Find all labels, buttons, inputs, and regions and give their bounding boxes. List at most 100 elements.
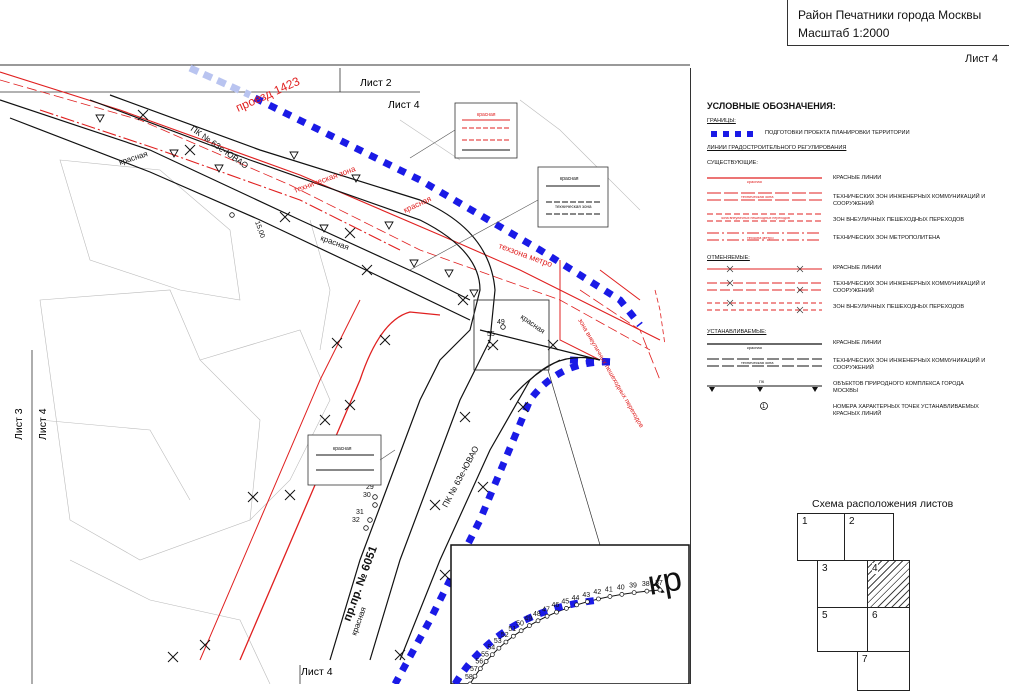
inset-point-label: 43 bbox=[582, 592, 590, 599]
inset-point bbox=[554, 609, 559, 615]
borders-heading: ГРАНИЦЫ: bbox=[707, 118, 736, 124]
swatch-text: техническая зона bbox=[741, 194, 774, 199]
inset-point bbox=[619, 592, 625, 597]
krasnaya-label: красная bbox=[519, 312, 547, 335]
ped-zone-label: зона внеуличных пешеходных переходов bbox=[576, 318, 645, 430]
pk-label: ПК № 63е-ЮВАО bbox=[440, 444, 481, 509]
inset-point-label: 57 bbox=[470, 666, 478, 673]
tech-zone-label: техническая зона bbox=[293, 164, 358, 195]
established-heading: УСТАНАВЛИВАЕМЫЕ: bbox=[707, 329, 767, 335]
map-drawing[interactable]: 49 55 29 30 31 32 проезд 1423 ПК № 63е-Ю… bbox=[0, 0, 690, 684]
inset-point bbox=[544, 613, 550, 619]
inset-point bbox=[527, 623, 532, 628]
cancelled-item: ЗОН ВНЕУЛИЧНЫХ ПЕШЕХОДНЫХ ПЕРЕХОДОВ bbox=[833, 304, 965, 310]
sheet-label-3: Лист 3 bbox=[13, 408, 25, 440]
established-item: КРАСНЫЕ ЛИНИИ bbox=[833, 340, 882, 346]
cancelled-swatches bbox=[707, 265, 822, 314]
existing-heading: СУЩЕСТВУЮЩИЕ: bbox=[707, 160, 758, 166]
inset-point-label: 51 bbox=[508, 626, 516, 633]
established-item: НОМЕРА ХАРАКТЕРНЫХ ТОЧЕК УСТАНАВЛИВАЕМЫХ… bbox=[833, 404, 979, 417]
inset-point-label: 44 bbox=[572, 595, 580, 602]
inset-point-label: 49 bbox=[524, 616, 532, 623]
scheme-title: Схема расположения листов bbox=[812, 498, 954, 510]
inset-point bbox=[644, 588, 650, 594]
inset-point bbox=[510, 633, 516, 639]
inset-point-label: 56 bbox=[475, 659, 483, 666]
scheme-cell-6: 6 bbox=[867, 607, 910, 652]
inset-point bbox=[477, 666, 483, 672]
swatch-text: красная bbox=[747, 345, 762, 350]
inset-point-label: 54 bbox=[487, 645, 495, 652]
cancelled-item: КРАСНЫЕ ЛИНИИ bbox=[833, 265, 882, 271]
inset-point-label: 46 bbox=[552, 602, 560, 609]
inset-point-label: 40 bbox=[617, 584, 625, 591]
existing-item: ЗОН ВНЕУЛИЧНЫХ ПЕШЕХОДНЫХ ПЕРЕХОДОВ bbox=[833, 217, 965, 223]
scheme-cell-3: 3 bbox=[817, 560, 868, 608]
inset-point-label: 53 bbox=[494, 638, 502, 645]
sheet-number: Лист 4 bbox=[965, 53, 999, 65]
sheet-label-2: Лист 2 bbox=[360, 77, 392, 89]
inset-point bbox=[607, 594, 613, 599]
point-label: 49 bbox=[497, 319, 505, 326]
inset-point bbox=[564, 606, 569, 611]
cell-number: 3 bbox=[822, 563, 828, 574]
dimension-label: 15,00 bbox=[253, 220, 266, 239]
legend-panel: УСЛОВНЫЕ ОБОЗНАЧЕНИЯ: ГРАНИЦЫ: ПОДГОТОВК… bbox=[690, 68, 1009, 691]
cell-number: 5 bbox=[822, 610, 828, 621]
existing-item: ТЕХНИЧЕСКИХ ЗОН ИНЖЕНЕРНЫХ КОММУНИКАЦИЙ … bbox=[833, 194, 986, 207]
inset-point bbox=[584, 599, 590, 605]
inset-point-label: 47 bbox=[542, 606, 550, 613]
inset-point-label: 37 bbox=[655, 580, 663, 587]
cell-number: 7 bbox=[862, 654, 868, 665]
scale-label: Масштаб 1:2000 bbox=[798, 26, 890, 40]
sheet-label-4: Лист 4 bbox=[388, 99, 420, 111]
inset-point-label: 41 bbox=[605, 586, 613, 593]
point-number-labels: 49 55 29 30 31 32 bbox=[352, 319, 505, 524]
callout-text: красная bbox=[333, 446, 352, 452]
inset-point bbox=[472, 673, 478, 679]
cell-number: 6 bbox=[872, 610, 878, 621]
existing-item: ТЕХНИЧЕСКИХ ЗОН МЕТРОПОЛИТЕНА bbox=[833, 235, 940, 241]
inset-point-label: 45 bbox=[561, 598, 569, 605]
inset-big-text: кр bbox=[645, 560, 685, 603]
established-item: ОБЪЕКТОВ ПРИРОДНОГО КОМПЛЕКСА ГОРОДА МОС… bbox=[833, 381, 964, 394]
point-label: 32 bbox=[352, 517, 360, 524]
point-label: 31 bbox=[356, 509, 364, 516]
swatch-text: техническая зона bbox=[741, 360, 774, 365]
inset-point bbox=[518, 628, 524, 634]
legend-title: УСЛОВНЫЕ ОБОЗНАЧЕНИЯ: bbox=[707, 101, 836, 111]
existing-item: КРАСНЫЕ ЛИНИИ bbox=[833, 175, 882, 181]
cancelled-item: ТЕХНИЧЕСКИХ ЗОН ИНЖЕНЕРНЫХ КОММУНИКАЦИЙ … bbox=[833, 281, 986, 294]
inset-point-label: 39 bbox=[629, 583, 637, 590]
inset-point bbox=[631, 590, 637, 595]
inset-point bbox=[503, 639, 509, 645]
point-example-label: 1 bbox=[762, 404, 766, 410]
inset-point-label: 58 bbox=[465, 674, 473, 681]
inset-point bbox=[483, 659, 489, 664]
scheme-cell-4-current: 4 bbox=[867, 560, 910, 608]
scheme-cell-2: 2 bbox=[844, 513, 894, 561]
cell-number: 4 bbox=[872, 563, 878, 574]
inset-point bbox=[574, 602, 580, 608]
sheet-label-4-bottom: Лист 4 bbox=[301, 666, 333, 678]
proezd-label: проезд 1423 bbox=[234, 74, 303, 115]
inset-point-label: 55 bbox=[481, 652, 489, 659]
inset-point bbox=[596, 596, 601, 602]
swatch-text: ПК bbox=[759, 379, 765, 384]
sheet-label-4-left: Лист 4 bbox=[37, 408, 49, 440]
scheme-cell-5: 5 bbox=[817, 607, 868, 652]
map-sheet: Район Печатники города Москвы Масштаб 1:… bbox=[0, 0, 1009, 691]
established-item: ТЕХНИЧЕСКИХ ЗОН ИНЖЕНЕРНЫХ КОММУНИКАЦИЙ … bbox=[833, 358, 986, 371]
inset-point-label: 50 bbox=[516, 621, 524, 628]
krasnaya-label: красная bbox=[402, 194, 433, 215]
lines-heading: ЛИНИИ ГРАДОСТРОИТЕЛЬНОГО РЕГУЛИРОВАНИЯ bbox=[707, 145, 847, 151]
krasnaya-label: красная bbox=[118, 149, 149, 167]
inset-point bbox=[535, 618, 541, 624]
inset-point bbox=[489, 652, 495, 658]
inset-point-label: 42 bbox=[593, 589, 601, 596]
inset-point bbox=[657, 587, 663, 593]
border-swatch bbox=[711, 131, 757, 137]
swatch-text: техзона метро bbox=[747, 235, 774, 240]
zoom-inset: кр 5857565554535251504948474645 44 43 42 41 4… bbox=[450, 544, 690, 684]
inset-point-label: 48 bbox=[533, 611, 541, 618]
